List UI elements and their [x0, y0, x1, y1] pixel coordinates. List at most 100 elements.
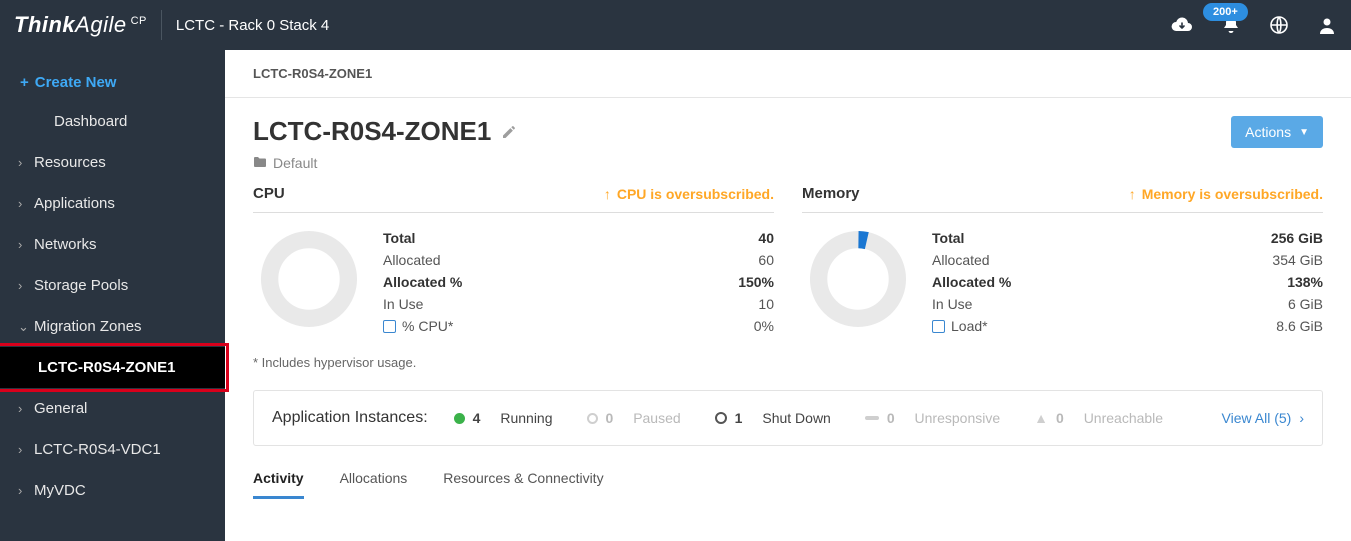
folder-line: Default [253, 155, 517, 171]
bell-icon[interactable]: 200+ [1221, 15, 1241, 35]
page-title: LCTC-R0S4-ZONE1 [253, 116, 517, 147]
shutdown-count: 1 [735, 410, 743, 426]
cpu-allocatedpct-label: Allocated % [383, 271, 462, 293]
tab-resources-connectivity[interactable]: Resources & Connectivity [443, 470, 603, 499]
memory-body: Total Allocated Allocated % In Use Load*… [802, 227, 1323, 337]
running-count: 4 [473, 410, 481, 426]
checkbox-icon [932, 320, 945, 333]
topbar: ThinkAgile CP LCTC - Rack 0 Stack 4 200+ [0, 0, 1351, 50]
cpu-pct-value: 0% [738, 315, 774, 337]
topbar-title: LCTC - Rack 0 Stack 4 [176, 17, 329, 34]
sidebar-item-vdc1[interactable]: ›LCTC-R0S4-VDC1 [0, 429, 225, 470]
actions-label: Actions [1245, 124, 1291, 140]
cpu-pct-checkbox[interactable]: % CPU* [383, 315, 453, 337]
page-title-wrap: LCTC-R0S4-ZONE1 Default [253, 116, 517, 171]
memory-inuse-value: 6 GiB [1271, 293, 1323, 315]
sidebar-item-label: Resources [34, 154, 106, 171]
memory-table: Total Allocated Allocated % In Use Load*… [932, 227, 1323, 337]
create-new-label: Create New [35, 74, 117, 91]
sidebar-item-label: Storage Pools [34, 277, 128, 294]
memory-load-label: Load* [951, 318, 988, 334]
arrow-up-icon: ↑ [1129, 186, 1136, 202]
globe-icon[interactable] [1269, 15, 1289, 35]
cpu-total-value: 40 [738, 227, 774, 249]
stat-running: 4 Running [454, 410, 553, 426]
sidebar-item-applications[interactable]: ›Applications [0, 183, 225, 224]
memory-allocatedpct-value: 138% [1271, 271, 1323, 293]
sidebar-item-zone1[interactable]: LCTC-R0S4-ZONE1 [0, 347, 225, 388]
instances-bar: Application Instances: 4 Running 0 Pause… [253, 390, 1323, 446]
sidebar-item-storage-pools[interactable]: ›Storage Pools [0, 265, 225, 306]
stat-paused: 0 Paused [587, 410, 681, 426]
view-all-text: View All (5) [1222, 410, 1292, 426]
sidebar-item-label: Migration Zones [34, 318, 142, 335]
brand-agile: Agile [75, 12, 126, 38]
cpu-table: Total Allocated Allocated % In Use % CPU… [383, 227, 774, 337]
unresponsive-label: Unresponsive [915, 410, 1001, 426]
sidebar-item-networks[interactable]: ›Networks [0, 224, 225, 265]
cpu-allocated-label: Allocated [383, 249, 462, 271]
chevron-right-icon: › [18, 237, 34, 252]
cpu-warning: ↑CPU is oversubscribed. [604, 186, 774, 202]
user-icon[interactable] [1317, 15, 1337, 35]
tab-allocations[interactable]: Allocations [340, 470, 408, 499]
cpu-head: CPU ↑CPU is oversubscribed. [253, 185, 774, 213]
sidebar-item-dashboard[interactable]: Dashboard [0, 101, 225, 142]
sidebar-item-label: MyVDC [34, 482, 86, 499]
warning-triangle-icon: ▲ [1034, 410, 1048, 426]
unreachable-count: 0 [1056, 410, 1064, 426]
chevron-right-icon: › [18, 401, 34, 416]
edit-icon[interactable] [501, 116, 517, 147]
bell-badge: 200+ [1203, 3, 1248, 21]
cpu-labels: Total Allocated Allocated % In Use % CPU… [383, 227, 462, 337]
memory-allocated-label: Allocated [932, 249, 1011, 271]
cpu-allocatedpct-value: 150% [738, 271, 774, 293]
cpu-values: 40 60 150% 10 0% [738, 227, 774, 337]
tab-activity[interactable]: Activity [253, 470, 304, 499]
brand-logo[interactable]: ThinkAgile CP [14, 12, 147, 38]
sidebar-item-resources[interactable]: ›Resources [0, 142, 225, 183]
chevron-right-icon: › [18, 442, 34, 457]
caret-down-icon: ▼ [1299, 127, 1309, 138]
chevron-right-icon: › [18, 278, 34, 293]
dot-grey-icon [587, 413, 598, 424]
running-label: Running [500, 410, 552, 426]
cpu-inuse-value: 10 [738, 293, 774, 315]
dot-green-icon [454, 413, 465, 424]
memory-donut [806, 227, 910, 331]
cpu-card: CPU ↑CPU is oversubscribed. Total Alloca… [253, 185, 774, 337]
memory-load-value: 8.6 GiB [1271, 315, 1323, 337]
memory-warning-text: Memory is oversubscribed. [1142, 186, 1323, 202]
arrow-up-icon: ↑ [604, 186, 611, 202]
sidebar-item-myvdc[interactable]: ›MyVDC [0, 470, 225, 511]
folder-name: Default [273, 155, 317, 171]
memory-values: 256 GiB 354 GiB 138% 6 GiB 8.6 GiB [1271, 227, 1323, 337]
footnote: * Includes hypervisor usage. [225, 347, 1351, 390]
memory-card: Memory ↑ Memory is oversubscribed. Total … [802, 185, 1323, 337]
view-all-link[interactable]: View All (5)› [1222, 410, 1304, 426]
create-new-button[interactable]: +Create New [0, 64, 225, 101]
sidebar: +Create New Dashboard ›Resources ›Applic… [0, 50, 225, 541]
sidebar-item-label: LCTC-R0S4-VDC1 [34, 441, 161, 458]
chevron-right-icon: › [18, 196, 34, 211]
unreachable-label: Unreachable [1084, 410, 1163, 426]
shutdown-label: Shut Down [762, 410, 830, 426]
cpu-body: Total Allocated Allocated % In Use % CPU… [253, 227, 774, 337]
memory-load-checkbox[interactable]: Load* [932, 315, 988, 337]
sidebar-item-general[interactable]: ›General [0, 388, 225, 429]
sidebar-item-label: Applications [34, 195, 115, 212]
stat-unresponsive: 0 Unresponsive [865, 410, 1000, 426]
sidebar-item-label: Dashboard [54, 113, 127, 130]
memory-warning: ↑ Memory is oversubscribed. [1129, 186, 1323, 202]
breadcrumb: LCTC-R0S4-ZONE1 [225, 50, 1351, 98]
divider [161, 10, 162, 40]
sidebar-item-migration-zones[interactable]: ⌄Migration Zones [0, 306, 225, 347]
sidebar-item-label: Networks [34, 236, 97, 253]
sidebar-item-label: LCTC-R0S4-ZONE1 [38, 359, 176, 376]
checkbox-icon [383, 320, 396, 333]
actions-button[interactable]: Actions ▼ [1231, 116, 1323, 148]
brand-think: Think [14, 12, 75, 38]
instances-lead: Application Instances: [272, 409, 428, 427]
cloud-download-icon[interactable] [1171, 16, 1193, 34]
memory-title: Memory [802, 185, 860, 202]
